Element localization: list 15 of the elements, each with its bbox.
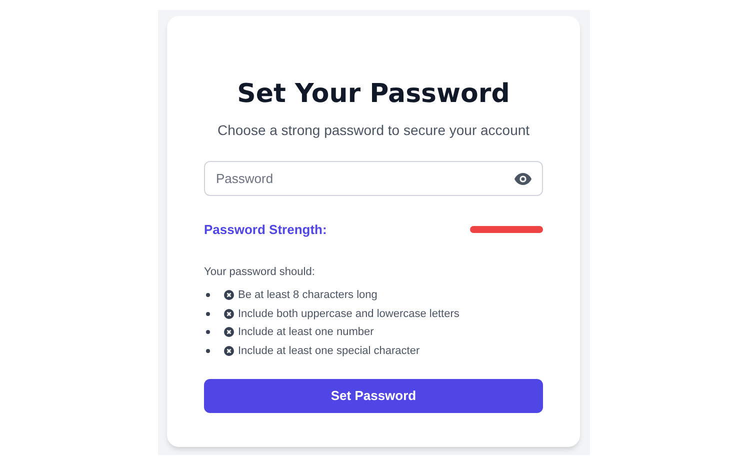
- page-title: Set Your Password: [236, 78, 511, 111]
- requirements-heading: Your password should:: [204, 264, 316, 280]
- requirement-text: Include at least one number: [238, 325, 374, 340]
- requirement-text: Include at least one special character: [238, 344, 420, 358]
- bullet-icon: [206, 293, 210, 298]
- requirement-text: Be at least 8 characters long: [238, 288, 378, 303]
- strength-label: Password Strength:: [204, 221, 327, 239]
- password-field[interactable]: Password: [204, 161, 543, 196]
- bullet-icon: [206, 330, 210, 334]
- set-password-button[interactable]: Set Password: [204, 379, 543, 413]
- subtitle: Choose a strong password to secure your account: [216, 121, 531, 140]
- eye-icon[interactable]: [514, 173, 532, 185]
- bullet-icon: [206, 312, 210, 316]
- bullet-icon: [206, 348, 210, 353]
- requirement-text: Include both uppercase and lowercase letters: [238, 306, 460, 322]
